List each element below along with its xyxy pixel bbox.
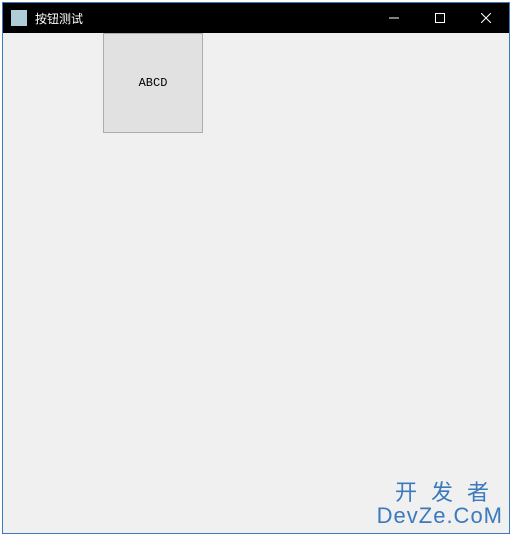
watermark: 开发者 DevZe.CoM [377,481,503,527]
close-button[interactable] [463,3,509,33]
maximize-button[interactable] [417,3,463,33]
watermark-line2: DevZe.CoM [377,504,503,527]
test-button[interactable]: ABCD [103,33,203,133]
application-window: 按钮测试 ABCD 开发者 DevZe.CoM [2,2,510,534]
titlebar[interactable]: 按钮测试 [3,3,509,33]
minimize-icon [389,13,399,23]
window-controls [371,3,509,33]
close-icon [481,13,491,23]
window-title: 按钮测试 [35,10,371,27]
minimize-button[interactable] [371,3,417,33]
app-icon [11,10,27,26]
maximize-icon [435,13,445,23]
watermark-line1: 开发者 [377,481,503,504]
client-area: ABCD 开发者 DevZe.CoM [3,33,509,533]
